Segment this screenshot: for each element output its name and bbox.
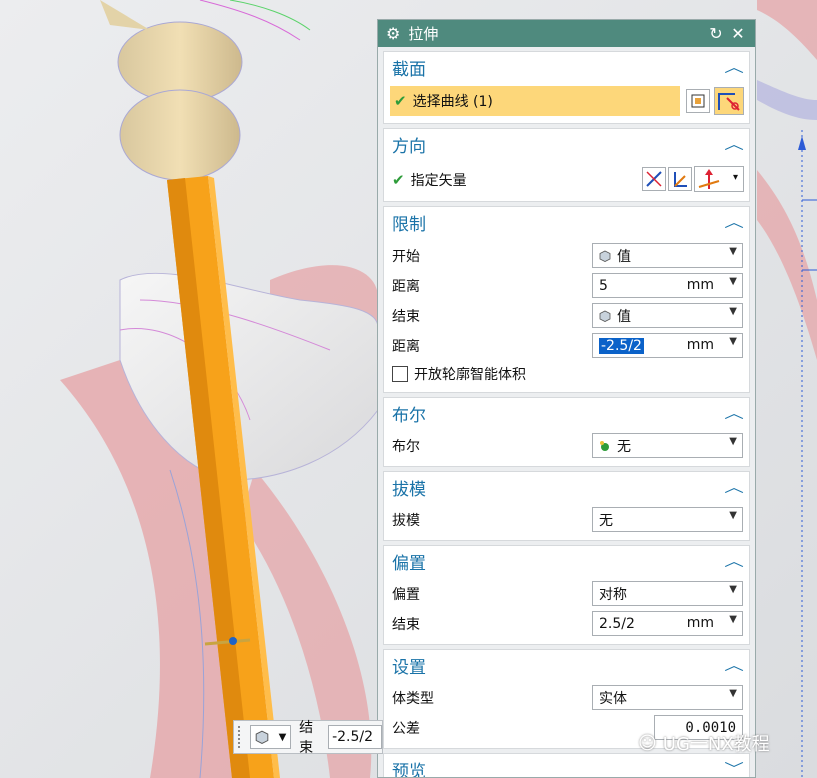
distance1-label: 距离 [392, 279, 420, 295]
curve-select-button[interactable] [714, 87, 744, 115]
draft-dropdown[interactable]: 无 ▼ [592, 507, 743, 532]
settings-header[interactable]: 设置 ︿ [384, 650, 749, 680]
body-type-row: 体类型 实体 ▼ [392, 685, 743, 711]
limits-header[interactable]: 限制 ︿ [384, 207, 749, 237]
reset-icon[interactable]: ↻ [707, 24, 725, 43]
chevron-up-icon[interactable]: ︿ [724, 551, 744, 571]
dialog-title: 拉伸 [408, 25, 439, 43]
select-curve-row[interactable]: ✔ 选择曲线 (1) [390, 86, 680, 116]
tolerance-label: 公差 [392, 721, 420, 737]
drag-grip[interactable] [238, 726, 244, 748]
distance1-row: 距离 5 mm ▼ [392, 273, 743, 299]
chevron-up-icon[interactable]: ︿ [724, 212, 744, 232]
watermark: ☺ UG一NX教程 [638, 730, 770, 756]
limit-type-dropdown[interactable]: ▼ [249, 725, 292, 749]
gear-icon: ⚙ [386, 24, 401, 43]
offset-row: 偏置 对称 ▼ [392, 581, 743, 607]
gourd-bottom [119, 89, 241, 181]
offset-group: 偏置 ︿ 偏置 对称 ▼ 结束 2.5/2 mm ▼ [383, 545, 750, 645]
start-dropdown[interactable]: 值 ▼ [592, 243, 743, 268]
specify-vector-label: 指定矢量 [410, 173, 467, 189]
cube-icon [255, 730, 268, 744]
boolean-none-icon [600, 440, 609, 451]
dialog-titlebar: ⚙ 拉伸 ↻ ✕ [378, 20, 755, 47]
cube-icon [599, 310, 611, 322]
onscreen-input-toolbar: ▼ 结束 -2.5/2 [233, 720, 383, 756]
sketch-section-button[interactable] [686, 89, 710, 113]
start-label: 开始 [392, 249, 420, 265]
boolean-header[interactable]: 布尔 ︿ [384, 398, 749, 428]
offset-title: 偏置 [392, 553, 426, 574]
wechat-icon: ☺ [638, 732, 657, 754]
extrude-dialog: ⚙ 拉伸 ↻ ✕ 截面 ︿ ✔ 选择曲线 (1) 方向 ︿ ✔ 指定矢量 ▾ 限… [377, 19, 756, 778]
draft-group: 拔模 ︿ 拔模 无 ▼ [383, 471, 750, 541]
draft-title: 拔模 [392, 479, 426, 500]
vector-type-dropdown[interactable]: ▾ [694, 166, 744, 192]
distance2-label: 距离 [392, 339, 420, 355]
boolean-row: 布尔 无 ▼ [392, 433, 743, 459]
body-type-label: 体类型 [392, 691, 434, 707]
check-icon: ✔ [394, 92, 407, 110]
drag-handle[interactable] [229, 637, 237, 645]
start-row: 开始 值 ▼ [392, 243, 743, 269]
direction-header[interactable]: 方向 ︿ [384, 129, 749, 159]
boolean-dropdown[interactable]: 无 ▼ [592, 433, 743, 458]
boolean-title: 布尔 [392, 405, 426, 426]
cube-icon [599, 250, 611, 262]
onscreen-end-input[interactable]: -2.5/2 [328, 725, 382, 749]
section-header[interactable]: 截面 ︿ [384, 52, 749, 82]
end-dropdown[interactable]: 值 ▼ [592, 303, 743, 328]
chevron-up-icon[interactable]: ︿ [724, 477, 744, 497]
draft-label: 拔模 [392, 513, 420, 529]
offset-dropdown[interactable]: 对称 ▼ [592, 581, 743, 606]
chevron-up-icon[interactable]: ︿ [724, 57, 744, 77]
watermark-text: UG一NX教程 [662, 734, 770, 755]
reverse-direction-button[interactable] [642, 167, 666, 191]
direction-group: 方向 ︿ ✔ 指定矢量 ▾ [383, 128, 750, 202]
body-type-dropdown[interactable]: 实体 ▼ [592, 685, 743, 710]
section-group: 截面 ︿ ✔ 选择曲线 (1) [383, 51, 750, 124]
onscreen-end-label: 结束 [299, 720, 314, 756]
chevron-up-icon[interactable]: ︿ [724, 403, 744, 423]
section-title: 截面 [392, 59, 426, 80]
open-profile-checkbox[interactable] [392, 366, 408, 382]
offset-header[interactable]: 偏置 ︿ [384, 546, 749, 576]
open-profile-label: 开放轮廓智能体积 [414, 367, 526, 383]
distance2-row: 距离 -2.5/2 mm ▼ [392, 333, 743, 359]
end-row: 结束 值 ▼ [392, 303, 743, 329]
offset-label: 偏置 [392, 587, 420, 603]
offset-end-input[interactable]: 2.5/2 mm ▼ [592, 611, 743, 636]
end-label: 结束 [392, 309, 420, 325]
chevron-down-icon[interactable]: ﹀ [724, 759, 744, 777]
offset-end-label: 结束 [392, 617, 420, 633]
chevron-up-icon[interactable]: ︿ [724, 655, 744, 675]
limits-title: 限制 [392, 214, 426, 235]
preview-header[interactable]: 预览 ﹀ [384, 754, 749, 778]
preview-title: 预览 [392, 761, 426, 778]
select-curve-label: 选择曲线 (1) [412, 94, 493, 110]
distance2-input[interactable]: -2.5/2 mm ▼ [592, 333, 743, 358]
open-profile-row[interactable]: 开放轮廓智能体积 [392, 361, 741, 387]
limits-group: 限制 ︿ 开始 值 ▼ 距离 5 mm ▼ 结束 值 ▼ 距离 -2.5/2 m… [383, 206, 750, 393]
direction-title: 方向 [392, 136, 426, 157]
check-icon: ✔ [392, 171, 405, 189]
draft-header[interactable]: 拔模 ︿ [384, 472, 749, 502]
draft-row: 拔模 无 ▼ [392, 507, 743, 533]
close-icon[interactable]: ✕ [729, 24, 747, 43]
chevron-up-icon[interactable]: ︿ [724, 134, 744, 154]
settings-title: 设置 [392, 657, 426, 678]
boolean-group: 布尔 ︿ 布尔 无 ▼ [383, 397, 750, 467]
boolean-label: 布尔 [392, 439, 420, 455]
distance1-input[interactable]: 5 mm ▼ [592, 273, 743, 298]
offset-end-row: 结束 2.5/2 mm ▼ [392, 611, 743, 637]
vector-dialog-button[interactable] [668, 167, 692, 191]
preview-group: 预览 ﹀ [383, 753, 750, 778]
